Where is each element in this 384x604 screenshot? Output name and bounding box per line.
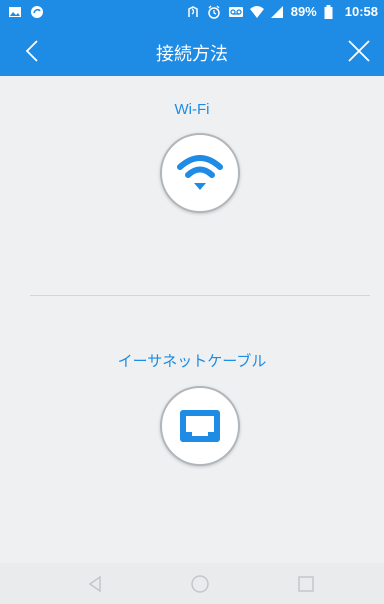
home-circle-icon[interactable]	[190, 574, 210, 594]
wifi-option-button[interactable]	[160, 133, 240, 213]
alarm-icon	[207, 5, 221, 19]
wifi-icon	[249, 5, 264, 19]
app-bar: 接続方法	[0, 26, 384, 76]
back-triangle-icon[interactable]	[86, 574, 106, 594]
signal-icon	[270, 5, 284, 19]
page-title: 接続方法	[156, 44, 228, 64]
recents-square-icon[interactable]	[296, 574, 316, 594]
ethernet-icon	[180, 410, 220, 442]
sync-icon	[30, 5, 44, 19]
ethernet-option-button[interactable]	[160, 386, 240, 466]
status-bar-left	[8, 5, 44, 19]
close-button[interactable]	[346, 38, 372, 64]
section-divider	[30, 295, 370, 296]
voicemail-icon	[228, 5, 243, 19]
wifi-icon	[177, 155, 223, 190]
battery-percent: 89%	[290, 4, 317, 19]
status-bar-right: 89% 10:58	[186, 4, 378, 19]
wifi-option-label: Wi-Fi	[174, 101, 210, 118]
battery-icon	[324, 4, 338, 19]
nfc-icon	[186, 5, 200, 19]
ethernet-option-label: イーサネットケーブル	[117, 353, 267, 370]
image-icon	[8, 5, 22, 19]
close-icon	[348, 40, 370, 62]
clock: 10:58	[344, 4, 378, 19]
status-bar: 89% 10:58	[0, 0, 384, 26]
system-nav-bar	[0, 563, 384, 604]
